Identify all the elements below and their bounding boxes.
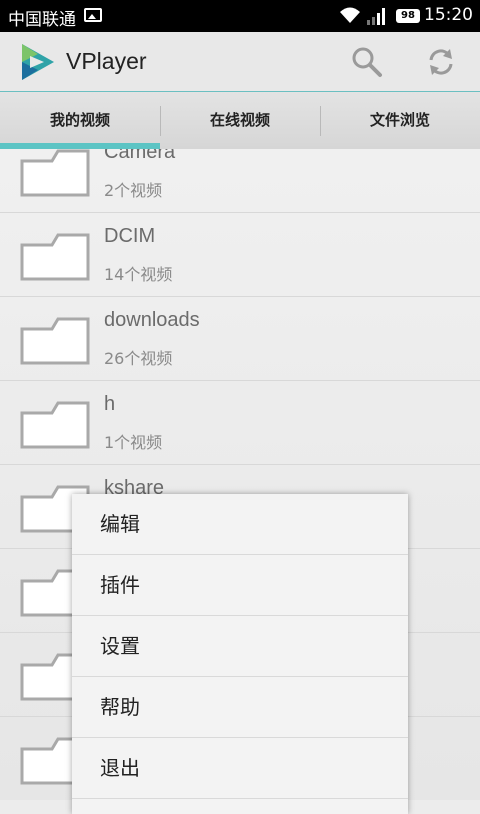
folder-icon	[20, 317, 90, 365]
menu-item-edit[interactable]: 编辑	[72, 494, 408, 555]
folder-name: downloads	[104, 309, 200, 331]
folder-icon	[20, 149, 90, 197]
folder-icon	[20, 401, 90, 449]
list-item[interactable]: DCIM 14个视频	[0, 213, 480, 297]
refresh-icon[interactable]	[424, 46, 458, 78]
vplayer-logo-icon	[22, 44, 54, 80]
action-bar: VPlayer	[0, 32, 480, 91]
tab-online-videos[interactable]: 在线视频	[160, 92, 320, 149]
folder-name: DCIM	[104, 225, 156, 247]
list-item[interactable]: h 1个视频	[0, 381, 480, 465]
signal-icon	[367, 8, 385, 25]
folder-video-count: 26个视频	[104, 349, 173, 368]
folder-video-count: 1个视频	[104, 433, 163, 452]
tab-bar: 我的视频 在线视频 文件浏览	[0, 91, 480, 149]
folder-name: Camera	[104, 149, 176, 163]
image-notification-icon	[84, 8, 102, 22]
clock: 15:20	[424, 5, 473, 25]
menu-item-exit[interactable]: 退出	[72, 738, 408, 799]
list-item[interactable]: Camera 2个视频	[0, 149, 480, 213]
menu-item-settings[interactable]: 设置	[72, 616, 408, 677]
folder-icon	[20, 233, 90, 281]
status-bar: 中国联通 98 15:20	[0, 0, 480, 32]
folder-video-count: 2个视频	[104, 181, 163, 200]
menu-item-plugins[interactable]: 插件	[72, 555, 408, 616]
folder-name: h	[104, 393, 116, 415]
app-title: VPlayer	[66, 48, 147, 74]
wifi-icon	[340, 7, 360, 23]
battery-icon: 98	[396, 9, 420, 23]
tab-my-videos[interactable]: 我的视频	[0, 92, 160, 149]
tab-file-browse[interactable]: 文件浏览	[320, 92, 480, 149]
list-item[interactable]: downloads 26个视频	[0, 297, 480, 381]
search-icon[interactable]	[350, 46, 384, 78]
overflow-menu: 编辑 插件 设置 帮助 退出	[72, 494, 408, 814]
folder-video-count: 14个视频	[104, 265, 173, 284]
menu-item-help[interactable]: 帮助	[72, 677, 408, 738]
carrier-label: 中国联通	[8, 10, 76, 30]
